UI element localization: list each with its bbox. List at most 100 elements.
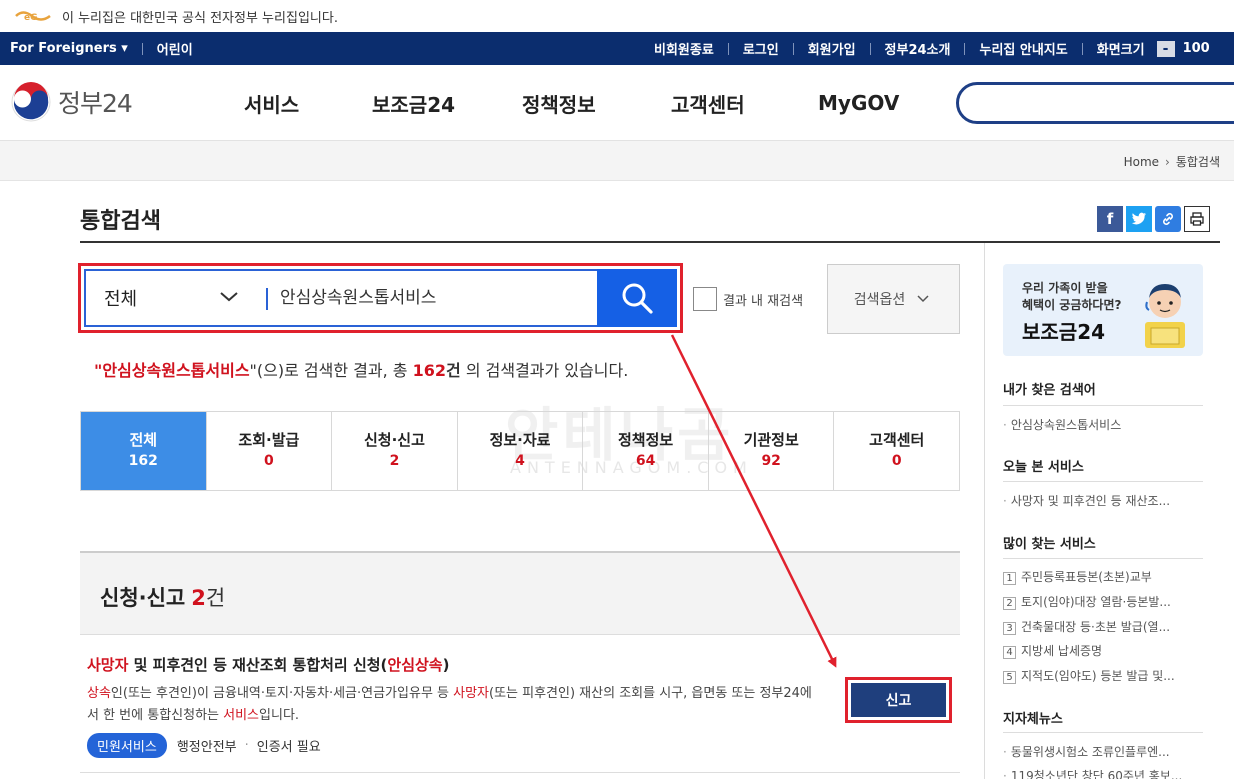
sitemap-link[interactable]: 누리집 안내지도	[979, 39, 1067, 58]
tab-label: 고객센터	[869, 431, 925, 449]
search-button[interactable]	[597, 269, 677, 327]
agency-name: 행정안전부	[176, 740, 237, 755]
re-search-label: 결과 내 재검색	[723, 293, 804, 309]
title-divider	[80, 241, 1220, 243]
title-keyword: 안심상속	[387, 656, 443, 674]
tab-all[interactable]: 전체 162	[81, 412, 206, 490]
title-keyword: 사망자	[87, 656, 129, 674]
utility-bar: For Foreigners ▾ 어린이 비회원종료 로그인 회원가입 정부24…	[0, 32, 1234, 65]
result-item-title[interactable]: 사망자 및 피후견인 등 재산조회 통합처리 신청(안심상속)	[87, 654, 449, 675]
popular-service-label: 토지(임야)대장 열람·등본발...	[1021, 595, 1171, 609]
search-options-label: 검색옵션	[853, 292, 906, 308]
taegeuk-logo-icon	[11, 82, 51, 122]
tab-label: 정책정보	[618, 431, 674, 449]
popular-service-label: 주민등록표등본(초본)교부	[1021, 570, 1152, 584]
section-unit: 건	[205, 586, 226, 610]
gnb-policy[interactable]: 정책정보	[522, 65, 596, 141]
breadcrumb: Home › 통합검색	[1124, 153, 1220, 170]
local-news-heading: 지자체뉴스	[1003, 712, 1063, 727]
about-gov24-link[interactable]: 정부24소개	[885, 39, 951, 58]
report-highlight-box: 신고	[845, 677, 952, 723]
summary-total: 162	[412, 361, 446, 380]
popular-service-item[interactable]: 4 지방세 납세증명	[1003, 642, 1234, 659]
svg-text:eG: eG	[24, 13, 38, 23]
popular-service-label: 지방세 납세증명	[1021, 644, 1103, 658]
facebook-share-icon[interactable]: f	[1097, 206, 1123, 232]
member-logout-link[interactable]: 비회원종료	[654, 39, 714, 58]
search-options-button[interactable]: 검색옵션	[827, 264, 960, 334]
promo-line2: 혜택이 궁금하다면?	[1022, 298, 1122, 312]
kids-link[interactable]: 어린이	[157, 39, 193, 58]
re-search-option[interactable]: 결과 내 재검색	[693, 287, 803, 311]
result-divider	[80, 772, 960, 773]
gnb-customer-center[interactable]: 고객센터	[671, 65, 745, 141]
gnb-subsidy24[interactable]: 보조금24	[372, 65, 455, 141]
tab-count: 2	[389, 453, 400, 469]
subsidy24-promo-banner[interactable]: 우리 가족이 받을 혜택이 궁금하다면? 보조금24	[1003, 264, 1203, 356]
title-text: )	[442, 656, 450, 674]
summary-quote-close: "	[249, 361, 257, 380]
local-news-item[interactable]: · 동물위생시험소 조류인플루엔...	[1003, 743, 1234, 760]
tab-label: 기관정보	[743, 431, 799, 449]
signup-link[interactable]: 회원가입	[808, 39, 856, 58]
today-viewed-item[interactable]: · 사망자 및 피후견인 등 재산조...	[1003, 492, 1234, 509]
summary-mid: (으)로 검색한 결과, 총	[256, 361, 413, 380]
for-foreigners-label: For Foreigners	[10, 41, 117, 56]
tab-count: 0	[891, 453, 902, 469]
popular-service-item[interactable]: 2 토지(임야)대장 열람·등본발...	[1003, 593, 1234, 610]
section-title-text: 신청·신고	[100, 586, 186, 610]
local-news-label: 동물위생시험소 조류인플루엔...	[1010, 745, 1170, 759]
chevron-down-icon[interactable]	[218, 285, 240, 311]
search-icon	[622, 283, 653, 314]
zoom-out-button[interactable]: -	[1156, 40, 1175, 57]
search-input[interactable]	[280, 285, 590, 305]
chevron-right-icon: ›	[1165, 154, 1170, 169]
tab-apply-report[interactable]: 신청·신고 2	[331, 412, 457, 490]
header-search-input[interactable]	[956, 82, 1234, 124]
gov-banner-text: 이 누리집은 대한민국 공식 전자정부 누리집입니다.	[62, 10, 338, 26]
tab-policy-info[interactable]: 정책정보 64	[582, 412, 708, 490]
tab-label: 전체	[129, 431, 158, 449]
main-header: 정부24 서비스 보조금24 정책정보 고객센터 MyGOV	[0, 65, 1234, 141]
link-copy-icon[interactable]	[1155, 206, 1181, 232]
for-foreigners-menu[interactable]: For Foreigners ▾	[10, 41, 128, 56]
result-item-description: 상속인(또는 후견인)이 금융내역·토지·자동차·세금·연금가입유무 등 사망자…	[87, 683, 822, 727]
logo-text: 정부24	[58, 89, 133, 118]
popular-service-item[interactable]: 1 주민등록표등본(초본)교부	[1003, 568, 1234, 585]
tab-customer-center[interactable]: 고객센터 0	[833, 412, 959, 490]
local-news-item[interactable]: · 119청소년단 창단 60주년 홍보...	[1003, 767, 1234, 779]
chevron-down-icon	[917, 295, 929, 303]
tab-inquiry-issue[interactable]: 조회·발급 0	[205, 412, 332, 490]
tab-agency-info[interactable]: 기관정보 92	[707, 412, 834, 490]
section-count: 2	[191, 586, 206, 610]
gnb-mygov[interactable]: MyGOV	[818, 65, 899, 141]
my-search-item-label: 안심상속원스톱서비스	[1010, 418, 1122, 432]
popular-service-label: 지적도(임야도) 등본 발급 및...	[1021, 669, 1175, 683]
page-title: 통합검색	[80, 209, 161, 234]
breadcrumb-current: 통합검색	[1175, 155, 1220, 169]
tab-count: 64	[635, 453, 656, 469]
today-viewed-item-label: 사망자 및 피후견인 등 재산조...	[1010, 494, 1171, 508]
tab-info-data[interactable]: 정보·자료 4	[456, 412, 583, 490]
desc-keyword: 서비스	[223, 708, 260, 723]
twitter-share-icon[interactable]	[1126, 206, 1152, 232]
popular-service-label: 건축물대장 등·초본 발급(열...	[1021, 620, 1171, 634]
section-title: 신청·신고 2건	[100, 582, 225, 612]
login-link[interactable]: 로그인	[743, 39, 779, 58]
my-search-item[interactable]: · 안심상속원스톱서비스	[1003, 416, 1234, 433]
print-icon[interactable]	[1184, 206, 1210, 232]
caret-down-icon: ▾	[121, 41, 128, 56]
popular-services-heading: 많이 찾는 서비스	[1003, 537, 1096, 552]
popular-service-item[interactable]: 5 지적도(임야도) 등본 발급 및...	[1003, 667, 1234, 684]
re-search-checkbox[interactable]	[693, 287, 717, 311]
desc-text: 인(또는 후견인)이 금융내역·토지·자동차·세금·연금가입유무 등	[110, 686, 454, 701]
search-scope-select[interactable]: 전체	[104, 285, 137, 311]
breadcrumb-home[interactable]: Home	[1124, 155, 1159, 169]
gov-banner: eG 이 누리집은 대한민국 공식 전자정부 누리집입니다.	[0, 0, 1234, 32]
zoom-value: 100	[1182, 41, 1210, 56]
popular-service-item[interactable]: 3 건축물대장 등·초본 발급(열...	[1003, 618, 1234, 635]
tab-label: 신청·신고	[363, 431, 425, 449]
gov24-logo[interactable]: 정부24	[10, 81, 133, 123]
report-button[interactable]: 신고	[851, 683, 946, 717]
gnb-service[interactable]: 서비스	[244, 65, 299, 141]
